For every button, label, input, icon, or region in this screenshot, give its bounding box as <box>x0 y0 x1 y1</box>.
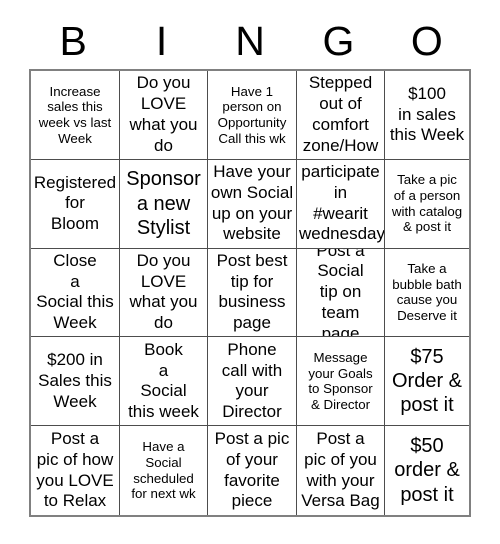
bingo-cell-r2c2[interactable]: Sponsor a new Stylist <box>120 159 208 249</box>
bingo-cell-r1c1[interactable]: Increase sales this week vs last Week <box>31 71 120 160</box>
bingo-cell-r1c3[interactable]: Have 1 person on Opportunity Call this w… <box>208 71 297 160</box>
bingo-cell-label: Phone call with your Director <box>221 339 283 422</box>
bingo-header-letter-g: G <box>322 18 355 64</box>
bingo-cell-label: Do you LOVE what you do <box>129 251 198 333</box>
bingo-cell-label: Have 1 person on Opportunity Call this w… <box>217 83 287 146</box>
bingo-cell-r5c4[interactable]: Post a pic of you with your Versa Bag <box>297 426 385 515</box>
bingo-cell-r4c4[interactable]: Message your Goals to Sponsor & Director <box>297 337 385 427</box>
bingo-cell-label: Do you LOVE what you do <box>129 73 198 155</box>
bingo-header-letter-i: I <box>155 18 168 64</box>
bingo-cell-r5c2[interactable]: Have a Social scheduled for next wk <box>120 426 208 515</box>
bingo-cell-r2c4[interactable]: participate in #wearit wednesday <box>297 159 385 249</box>
bingo-cell-r2c3[interactable]: Have your own Social up on your website <box>208 159 297 249</box>
bingo-cell-label: Registered for Bloom <box>33 172 117 234</box>
bingo-cell-r1c2[interactable]: Do you LOVE what you do <box>120 71 208 160</box>
bingo-header: BINGO <box>29 14 471 69</box>
bingo-cell-r4c3[interactable]: Phone call with your Director <box>208 337 297 427</box>
bingo-cell-label: Post best tip for business page <box>216 251 288 333</box>
bingo-cell-r1c5[interactable]: $100 in sales this Week <box>385 71 469 160</box>
bingo-cell-r2c5[interactable]: Take a pic of a person with catalog & po… <box>385 160 469 249</box>
bingo-cell-r4c2[interactable]: Book a Social this week <box>120 337 208 427</box>
bingo-cell-r5c1[interactable]: Post a pic of how you LOVE to Relax <box>31 426 120 515</box>
bingo-cell-label: Post a pic of you with your Versa Bag <box>301 429 380 511</box>
bingo-cell-r1c4[interactable]: Stepped out of comfort zone/How <box>297 71 385 160</box>
bingo-cell-r5c3[interactable]: Post a pic of your favorite piece <box>208 426 297 515</box>
bingo-cell-label: Take a pic of a person with catalog & po… <box>391 172 463 235</box>
bingo-cell-label: Stepped out of comfort zone/How <box>302 73 379 155</box>
bingo-cell-label: Message your Goals to Sponsor & Director <box>308 349 373 412</box>
bingo-header-letter-b: B <box>59 18 87 64</box>
bingo-card: B I N G O Increase sales this week vs last W… <box>0 0 500 544</box>
bingo-cell-r2c1[interactable]: Registered for Bloom <box>31 159 120 249</box>
bingo-cell-label: Close a Social this Week <box>36 251 114 333</box>
bingo-cell-label: Post a pic of your favorite piece <box>214 429 290 511</box>
bingo-cell-r4c1[interactable]: $200 in Sales this Week <box>31 337 120 427</box>
bingo-grid: Increase sales this week vs last Week Do … <box>29 69 471 517</box>
bingo-cell-label: Have a Social scheduled for next wk <box>131 439 196 502</box>
bingo-cell-label: Take a bubble bath cause you Deserve it <box>392 261 462 324</box>
bingo-cell-label: $100 in sales this Week <box>389 83 465 145</box>
bingo-cell-r5c5[interactable]: $50 order & post it <box>385 426 469 515</box>
bingo-cell-r3c1[interactable]: Close a Social this Week <box>31 248 120 338</box>
bingo-cell-r3c2[interactable]: Do you LOVE what you do <box>120 248 208 338</box>
bingo-cell-label: Post a Social tip on team page <box>316 248 365 338</box>
bingo-cell-r4c5[interactable]: $75 Order & post it <box>385 337 469 427</box>
bingo-cell-label: Increase sales this week vs last Week <box>38 83 112 146</box>
bingo-cell-label: $75 Order & post it <box>391 345 463 417</box>
bingo-cell-label: Have your own Social up on your website <box>210 162 294 244</box>
bingo-cell-label: Post a pic of how you LOVE to Relax <box>36 429 114 511</box>
bingo-cell-r3c4[interactable]: Post a Social tip on team page <box>297 248 385 338</box>
bingo-cell-label: Sponsor a new Stylist <box>126 168 201 239</box>
bingo-cell-r3c3[interactable]: Post best tip for business page <box>208 248 297 338</box>
bingo-header-letter-o: O <box>410 18 443 64</box>
bingo-cell-label: participate in #wearit wednesday <box>299 162 385 244</box>
bingo-cell-label: $50 order & post it <box>394 435 460 506</box>
bingo-cell-label: Book a Social this week <box>128 339 199 422</box>
bingo-header-letter-n: N <box>235 18 265 64</box>
bingo-cell-r3c5[interactable]: Take a bubble bath cause you Deserve it <box>385 249 469 338</box>
bingo-cell-label: $200 in Sales this Week <box>38 350 112 411</box>
